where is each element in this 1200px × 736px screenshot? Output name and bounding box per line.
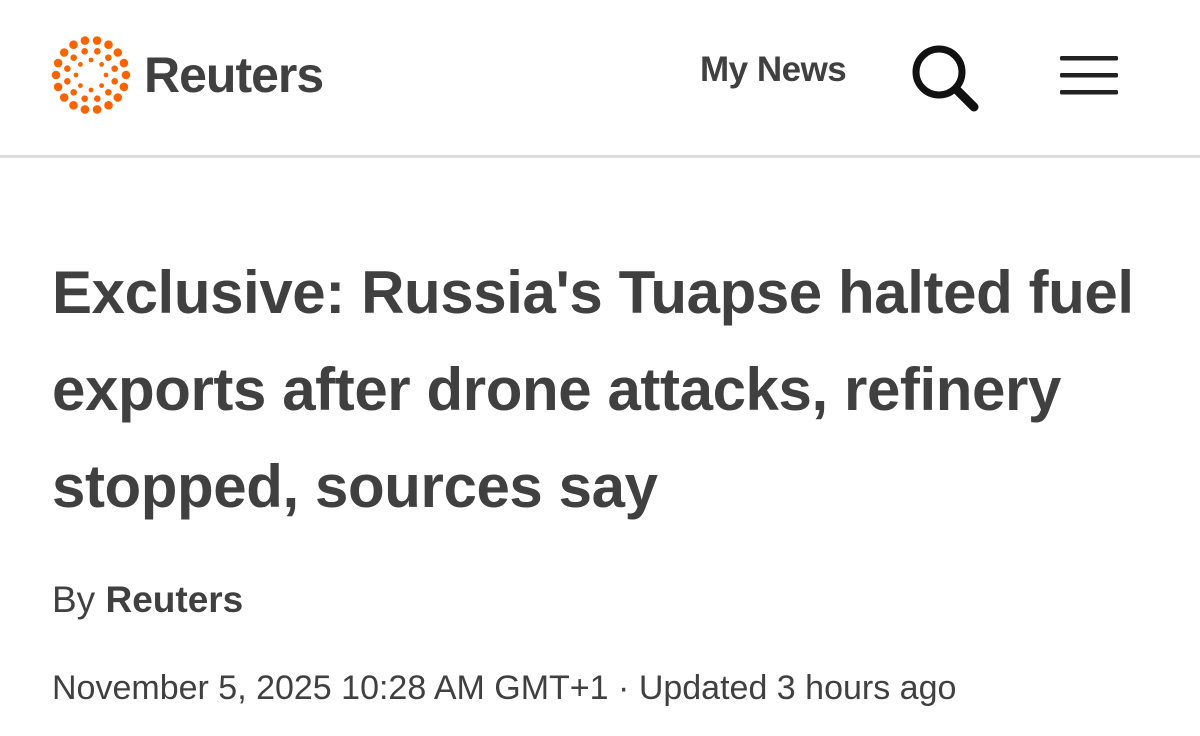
dateline-separator: · [618, 669, 630, 707]
logo-dot [121, 70, 131, 80]
menu-button[interactable] [1052, 50, 1124, 102]
logo-dot [81, 48, 88, 55]
my-news-link[interactable]: My News [700, 52, 847, 87]
dateline: November 5, 2025 10:28 AM GMT+1 · Update… [52, 668, 956, 709]
logo-dot [92, 36, 102, 45]
article-headline: Exclusive: Russia's Tuapse halted fuel e… [52, 259, 1134, 520]
logo-dot [80, 105, 90, 114]
logo-dot [99, 83, 105, 89]
logo-dot [94, 48, 101, 55]
logo-dot [53, 58, 63, 68]
logo-dot [111, 78, 118, 85]
logo-dot [113, 93, 123, 102]
logo-dot [73, 72, 79, 78]
search-icon [912, 45, 979, 112]
logo-dot [59, 48, 69, 57]
logo-dot [119, 82, 129, 92]
logo-dot [64, 65, 71, 72]
logo-dot [80, 36, 90, 45]
logo-dot [99, 61, 105, 67]
logo-dot [104, 101, 113, 110]
logo-dot [88, 87, 94, 93]
reuters-logo-icon [51, 36, 131, 114]
published-time: November 5, 2025 10:28 AM GMT+1 [52, 669, 609, 707]
byline: By Reuters [52, 578, 243, 622]
logo-dot [81, 95, 88, 102]
logo-dot [77, 83, 83, 89]
site-header: Reuters My News [0, 0, 1200, 158]
logo-dot [104, 40, 113, 49]
logo-dot [77, 61, 83, 67]
logo-dot [59, 93, 69, 102]
logo-dot [70, 89, 77, 96]
byline-prefix: By [52, 579, 96, 620]
logo-dot [105, 89, 112, 96]
logo-dot [105, 54, 112, 61]
logo-dot [103, 72, 109, 78]
logo-dot [70, 54, 77, 61]
logo-dot [111, 65, 118, 72]
search-button[interactable] [906, 40, 986, 116]
logo-dot [53, 82, 63, 92]
logo-dot [51, 70, 61, 80]
logo-dot [88, 57, 94, 63]
hamburger-menu-icon [1060, 56, 1118, 95]
logo-dot [119, 58, 129, 68]
brand-name: Reuters [144, 47, 324, 103]
logo-dot [94, 95, 101, 102]
logo-dot [92, 105, 102, 114]
logo-dot [69, 40, 78, 49]
updated-time: Updated 3 hours ago [638, 669, 957, 707]
logo-dot [113, 48, 123, 57]
logo-dot [69, 101, 78, 110]
reuters-logo-link[interactable]: Reuters [50, 34, 324, 116]
byline-author-link[interactable]: Reuters [105, 579, 243, 620]
logo-dot [64, 78, 71, 85]
